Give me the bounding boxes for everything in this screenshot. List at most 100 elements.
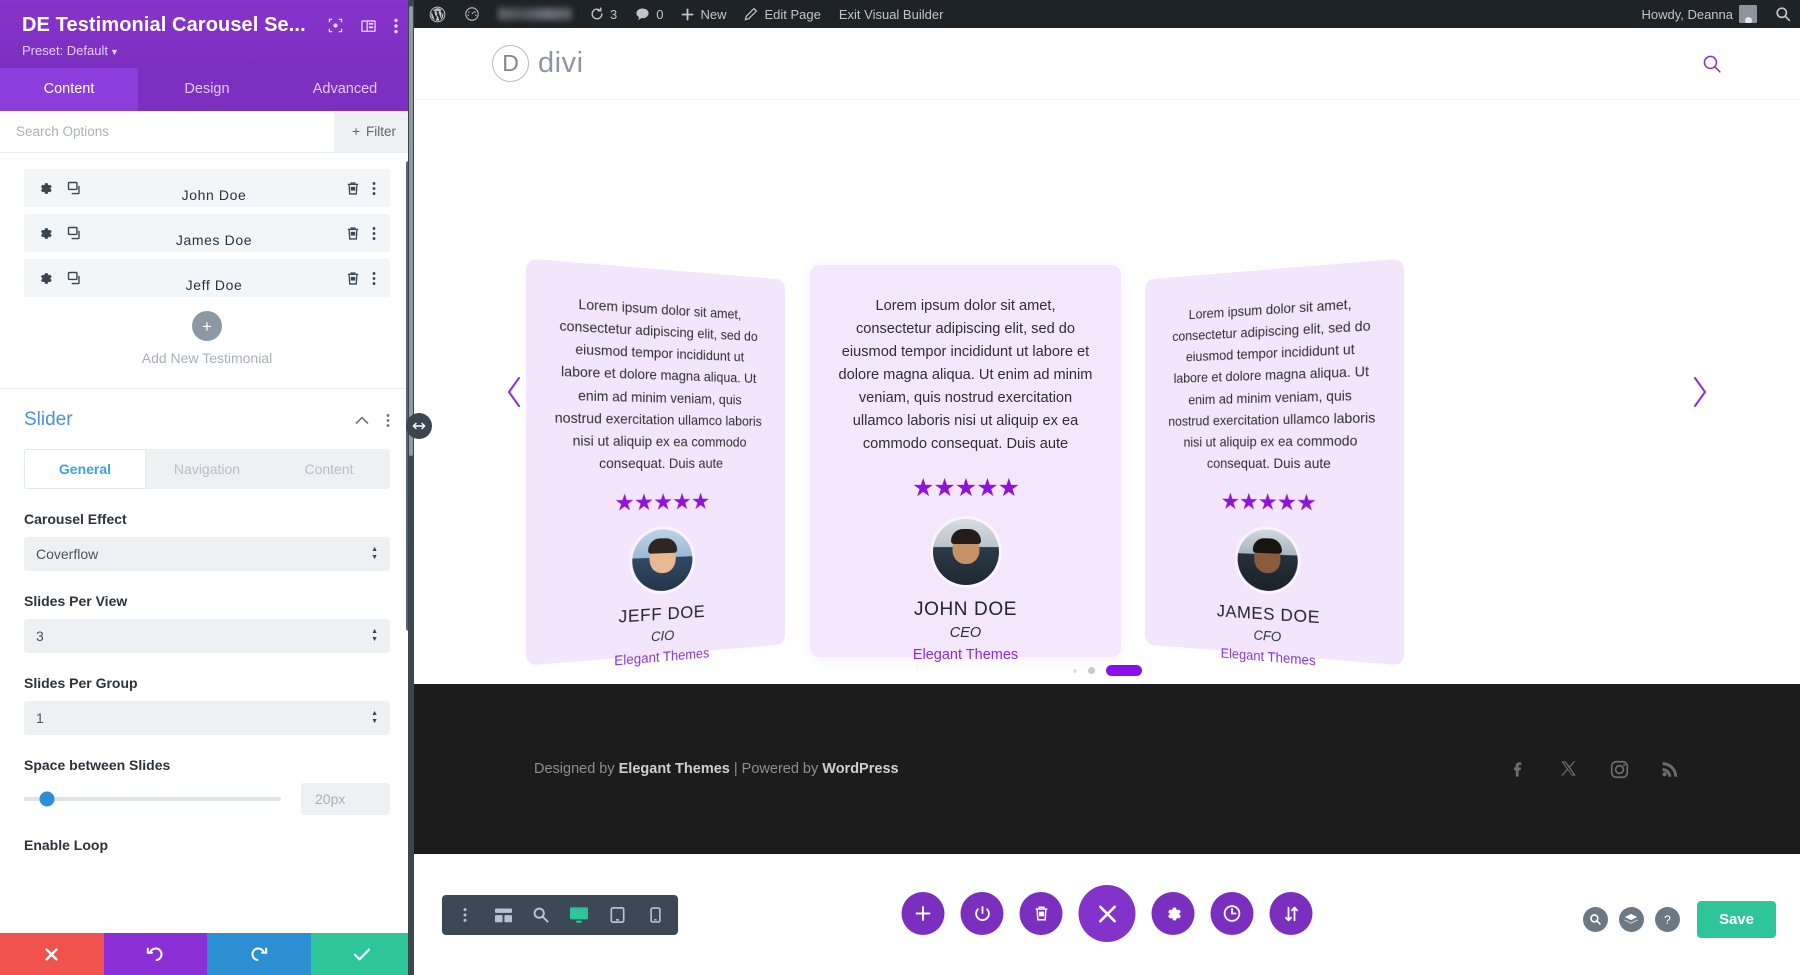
field-label: Slides Per Group bbox=[24, 675, 138, 691]
more-options-icon[interactable] bbox=[446, 895, 484, 935]
testimonial-slide-center[interactable]: Lorem ipsum dolor sit amet, consectetur … bbox=[810, 265, 1121, 663]
facebook-icon[interactable] bbox=[1508, 759, 1529, 780]
howdy-user-menu[interactable]: Howdy, Deanna bbox=[1632, 0, 1766, 975]
testimonial-list: John Doe James Doe Jeff Doe + Add New Te… bbox=[0, 153, 414, 366]
exit-visual-builder-button[interactable]: Exit Visual Builder bbox=[830, 0, 953, 28]
wordpress-logo-icon[interactable] bbox=[420, 0, 455, 28]
redo-button[interactable] bbox=[207, 933, 311, 975]
dashboard-icon[interactable] bbox=[455, 0, 489, 28]
search-input[interactable] bbox=[0, 111, 335, 152]
trash-icon[interactable] bbox=[346, 271, 360, 286]
settings-gear-icon[interactable] bbox=[1151, 892, 1195, 935]
testimonial-slide-right[interactable]: Lorem ipsum dolor sit amet, consectetur … bbox=[1145, 258, 1404, 669]
edit-page-button[interactable]: Edit Page bbox=[735, 0, 829, 28]
portability-icon[interactable] bbox=[1269, 892, 1313, 935]
builder-viewport: 3 0 New Edit Page Exit Visual Builder Ho… bbox=[414, 0, 1800, 975]
search-icon[interactable] bbox=[1702, 54, 1722, 74]
slides-per-group-select[interactable]: 1 ▲ ▼ bbox=[24, 701, 390, 735]
settings-tabs: Content Design Advanced bbox=[0, 68, 414, 111]
zoom-out-view-icon[interactable] bbox=[522, 895, 560, 935]
footer-platform[interactable]: WordPress bbox=[822, 761, 898, 777]
tablet-view-icon[interactable] bbox=[598, 895, 636, 935]
rss-icon[interactable] bbox=[1660, 759, 1680, 779]
subtab-navigation[interactable]: Navigation bbox=[146, 449, 268, 489]
site-name-blurred[interactable] bbox=[489, 0, 581, 28]
search-icon[interactable] bbox=[1766, 0, 1800, 28]
carousel-effect-select[interactable]: Coverflow ▲ ▼ bbox=[24, 537, 390, 571]
chevron-left-icon[interactable] bbox=[504, 375, 526, 409]
duplicate-icon[interactable] bbox=[67, 271, 82, 286]
close-builder-icon[interactable] bbox=[1078, 885, 1136, 942]
panel-resize-handle[interactable] bbox=[406, 413, 432, 439]
footer-designer[interactable]: Elegant Themes bbox=[619, 761, 730, 777]
add-new-label: Add New Testimonial bbox=[141, 350, 273, 366]
trash-icon[interactable] bbox=[346, 226, 360, 241]
pagination-dot-active[interactable] bbox=[1105, 665, 1142, 676]
discard-changes-button[interactable] bbox=[0, 933, 104, 975]
module-title: DE Testimonial Carousel Se... bbox=[22, 14, 306, 36]
comments-indicator[interactable]: 0 bbox=[626, 0, 672, 28]
phone-view-icon[interactable] bbox=[636, 895, 674, 935]
footer-designed-by: Designed by bbox=[534, 761, 619, 777]
row-menu-icon[interactable] bbox=[372, 271, 376, 286]
layers-icon[interactable] bbox=[1618, 907, 1644, 932]
table-row[interactable]: John Doe bbox=[24, 169, 390, 207]
space-between-value[interactable]: 20px bbox=[301, 783, 390, 815]
plus-icon[interactable]: + bbox=[192, 311, 222, 341]
layout-split-icon[interactable] bbox=[361, 19, 376, 33]
trash-icon[interactable] bbox=[1019, 892, 1063, 935]
add-new-testimonial[interactable]: + Add New Testimonial bbox=[24, 311, 390, 366]
history-clock-icon[interactable] bbox=[1210, 892, 1254, 935]
rating-stars: ★★★★★ bbox=[1220, 488, 1316, 516]
row-menu-icon[interactable] bbox=[372, 226, 376, 241]
vertical-dots-icon[interactable] bbox=[394, 18, 398, 34]
edit-page-label: Edit Page bbox=[764, 6, 821, 22]
settings-panel-header: DE Testimonial Carousel Se... Preset: De… bbox=[0, 0, 414, 68]
subtab-general[interactable]: General bbox=[24, 449, 146, 489]
tab-content[interactable]: Content bbox=[0, 68, 138, 111]
divi-logo[interactable]: D divi bbox=[492, 45, 584, 82]
row-menu-icon[interactable] bbox=[372, 181, 376, 196]
avatar bbox=[932, 519, 999, 586]
testimonial-slide-left[interactable]: Lorem ipsum dolor sit amet, consectetur … bbox=[526, 258, 785, 669]
search-icon[interactable] bbox=[1582, 907, 1608, 932]
gear-icon[interactable] bbox=[38, 226, 53, 241]
x-twitter-icon[interactable] bbox=[1559, 759, 1579, 779]
space-between-slider[interactable] bbox=[24, 791, 281, 807]
undo-button[interactable] bbox=[103, 933, 207, 975]
panel-rail-scroll[interactable] bbox=[409, 6, 413, 456]
updates-indicator[interactable]: 3 bbox=[581, 0, 626, 28]
chevron-up-icon[interactable] bbox=[355, 415, 369, 425]
section-menu-icon[interactable] bbox=[386, 413, 390, 428]
pagination-dot[interactable] bbox=[1072, 668, 1077, 673]
new-content-button[interactable]: New bbox=[672, 0, 735, 28]
gear-icon[interactable] bbox=[38, 181, 53, 196]
help-icon[interactable]: ? bbox=[1654, 907, 1680, 932]
pagination-dot[interactable] bbox=[1087, 667, 1095, 674]
tab-advanced[interactable]: Advanced bbox=[276, 68, 414, 111]
table-row[interactable]: James Doe bbox=[24, 214, 390, 252]
duplicate-icon[interactable] bbox=[67, 226, 82, 241]
chevron-right-icon[interactable] bbox=[1688, 375, 1710, 409]
preset-selector[interactable]: Preset: Default ▼ bbox=[22, 43, 392, 58]
add-module-icon[interactable] bbox=[901, 892, 945, 935]
save-button[interactable]: Save bbox=[1696, 901, 1776, 938]
power-toggle-icon[interactable] bbox=[960, 892, 1004, 935]
avatar bbox=[1237, 528, 1298, 593]
tab-design[interactable]: Design bbox=[138, 68, 276, 111]
desktop-view-icon[interactable] bbox=[560, 895, 598, 935]
instagram-icon[interactable] bbox=[1609, 759, 1630, 780]
slider-thumb[interactable] bbox=[39, 791, 55, 807]
save-changes-button[interactable] bbox=[310, 933, 414, 975]
table-row[interactable]: Jeff Doe bbox=[24, 259, 390, 297]
filter-button[interactable]: + Filter bbox=[334, 111, 414, 152]
duplicate-icon[interactable] bbox=[67, 181, 82, 196]
wireframe-view-icon[interactable] bbox=[484, 895, 522, 935]
focus-target-icon[interactable] bbox=[328, 18, 343, 33]
testimonial-author-company: Elegant Themes bbox=[912, 647, 1019, 664]
stepper-arrows-icon: ▲ ▼ bbox=[371, 710, 378, 725]
slides-per-view-select[interactable]: 3 ▲ ▼ bbox=[24, 619, 390, 653]
trash-icon[interactable] bbox=[346, 181, 360, 196]
subtab-content[interactable]: Content bbox=[268, 449, 390, 489]
gear-icon[interactable] bbox=[38, 271, 53, 286]
